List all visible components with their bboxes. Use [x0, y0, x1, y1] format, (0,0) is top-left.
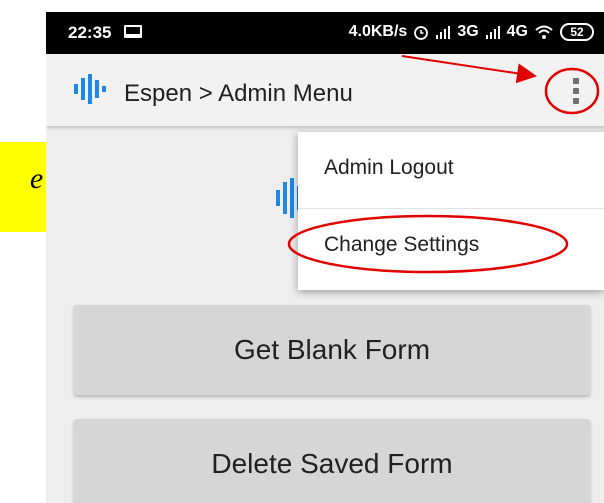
app-bar: Espen > Admin Menu	[46, 54, 604, 126]
delete-saved-form-button[interactable]: Delete Saved Form	[74, 419, 590, 503]
net-speed: 4.0KB/s	[348, 23, 408, 40]
status-time: 22:35	[68, 23, 112, 42]
app-logo-icon	[74, 74, 106, 104]
annotation-label-text: e	[29, 162, 44, 195]
network-type-label-2: 4G	[506, 23, 528, 40]
get-blank-form-button[interactable]: Get Blank Form	[74, 305, 590, 395]
phone-screen: 22:35 4.0KB/s 3G 4G 52 Espen > Admin Men…	[46, 12, 604, 503]
screen-cast-icon	[124, 25, 142, 38]
signal-strength-icon	[436, 26, 451, 39]
signal-strength-icon-2	[485, 26, 500, 39]
more-vert-icon	[573, 78, 579, 84]
menu-item-change-settings[interactable]: Change Settings	[298, 208, 604, 280]
status-indicators: 4.0KB/s 3G 4G 52	[349, 23, 594, 41]
overflow-menu-button[interactable]	[566, 74, 586, 108]
overflow-menu: Admin Logout Change Settings	[298, 132, 604, 290]
wifi-icon	[535, 25, 553, 39]
network-type-label: 3G	[457, 23, 479, 40]
menu-item-admin-logout[interactable]: Admin Logout	[298, 132, 604, 204]
page-title: Espen > Admin Menu	[124, 80, 353, 107]
battery-icon: 52	[560, 23, 594, 41]
status-bar: 22:35 4.0KB/s 3G 4G 52	[46, 12, 604, 54]
alarm-icon	[414, 26, 429, 40]
